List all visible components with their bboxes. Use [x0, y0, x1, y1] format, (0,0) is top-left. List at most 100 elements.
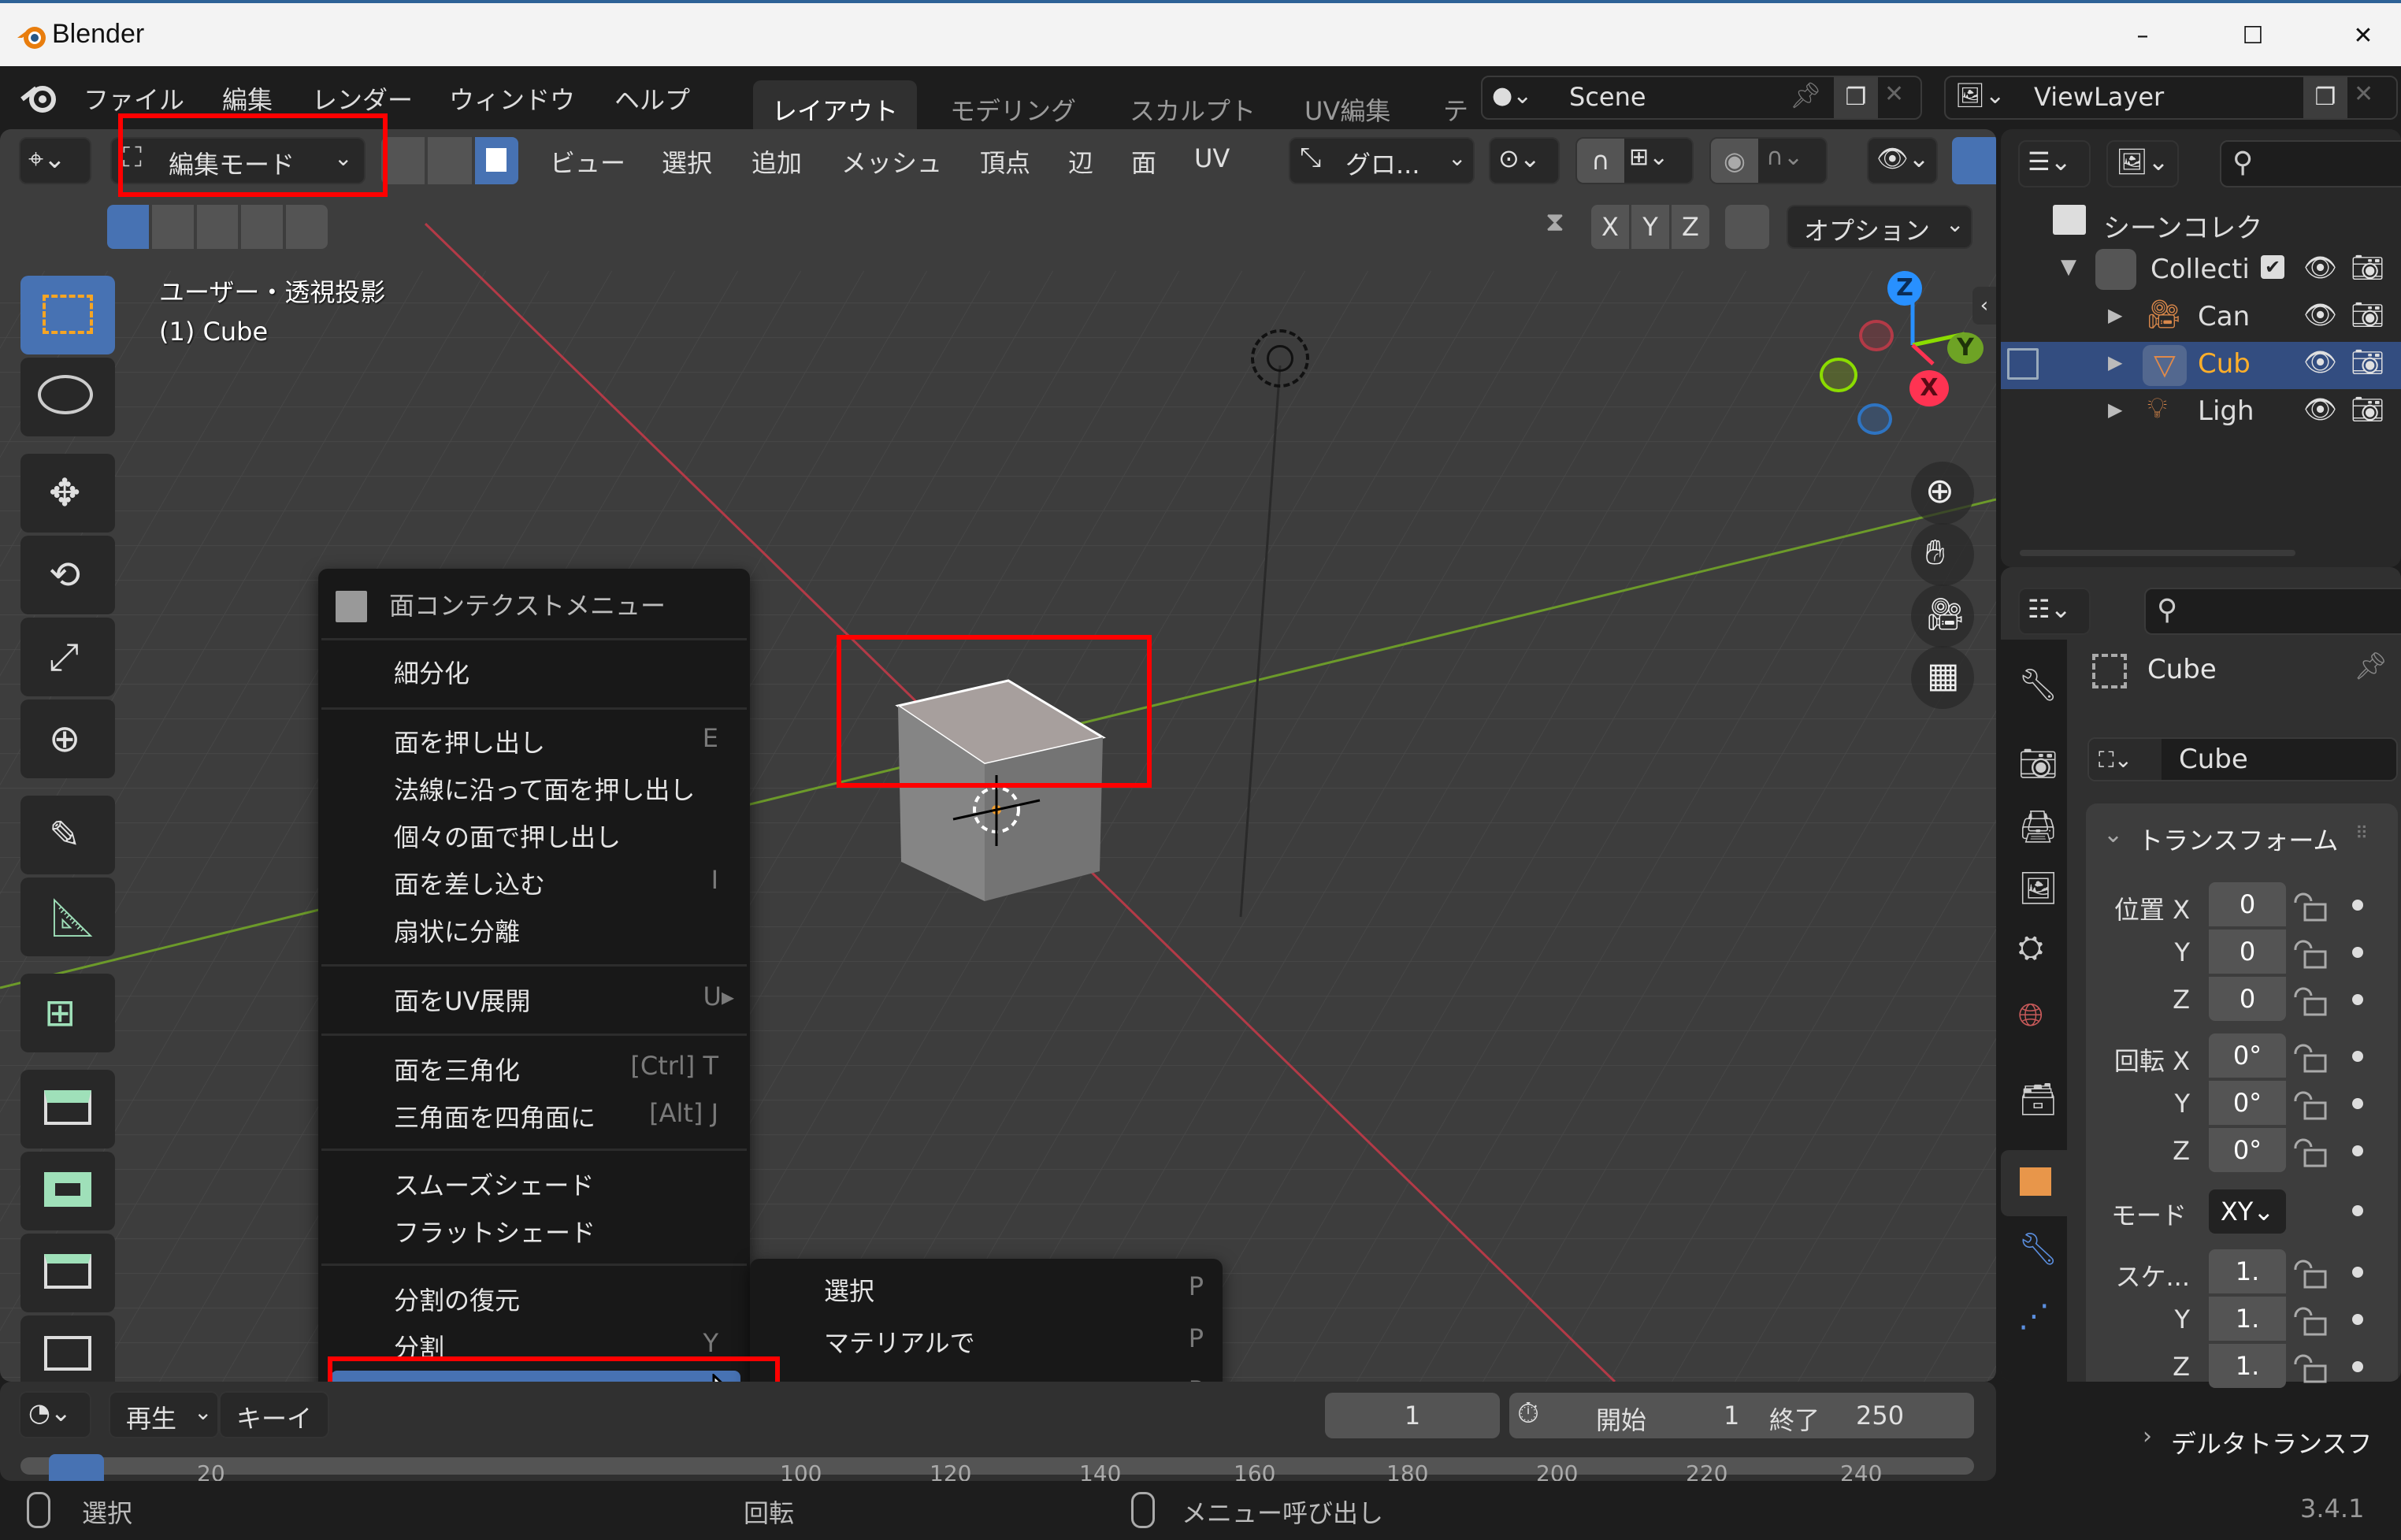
rotation-x-field[interactable]: 0°	[2209, 1033, 2286, 1078]
mirror-x-button[interactable]: X	[1591, 205, 1629, 249]
rotation-z-field[interactable]: 0°	[2209, 1128, 2286, 1172]
scale-x-field[interactable]: 1.	[2209, 1249, 2286, 1293]
menu-mesh[interactable]: メッシュ	[841, 143, 942, 180]
new-view-layer-icon[interactable]: ❐	[2303, 77, 2347, 118]
edge-select-button[interactable]	[428, 137, 472, 184]
timeline-editor-type-button[interactable]: ◔⌄	[19, 1391, 91, 1438]
rotation-mode-dropdown[interactable]: XY⌄	[2209, 1189, 2286, 1234]
eye-icon[interactable]: 👁︎	[2303, 252, 2337, 284]
eye-icon[interactable]: 👁︎	[2303, 394, 2337, 425]
submenu-item-by-material[interactable]: マテリアルで	[824, 1323, 975, 1360]
tool-loop-cut[interactable]	[20, 1315, 115, 1382]
keyframe-dot[interactable]	[2352, 900, 2363, 911]
menu-vertex[interactable]: 頂点	[980, 143, 1030, 180]
render-camera-icon[interactable]: 📷︎	[2351, 394, 2384, 425]
keyframe-dot[interactable]	[2352, 1098, 2363, 1109]
eye-icon[interactable]: 👁︎	[2303, 347, 2337, 378]
lock-icon[interactable]	[2292, 983, 2327, 1018]
options-dropdown[interactable]: オプション ⌄	[1787, 205, 1972, 249]
location-x-field[interactable]: 0	[2209, 882, 2286, 926]
mode-selector[interactable]: ⛶ 編集モード ⌄	[110, 137, 366, 184]
lock-icon[interactable]	[2292, 889, 2327, 923]
pin-icon[interactable]: 📌︎	[1790, 80, 1822, 110]
close-button[interactable]: ✕	[2332, 14, 2395, 58]
keyframe-dot[interactable]	[2352, 1314, 2363, 1325]
object-name-value[interactable]: Cube	[2179, 744, 2248, 775]
3d-viewport[interactable]: ⌖⌄ ⛶ 編集モード ⌄ ビュー 選択 追加 メッシュ 頂点 辺 面 UV ⤡ …	[0, 129, 1996, 1382]
camera-view-button[interactable]: 🎥︎	[1911, 584, 1974, 648]
tab-render[interactable]: 📷︎	[2001, 733, 2067, 799]
playback-dropdown[interactable]: 再生 ⌄	[109, 1391, 219, 1438]
render-camera-icon[interactable]: 📷︎	[2351, 347, 2384, 378]
edit-mode-icon[interactable]	[2007, 348, 2039, 380]
gizmo-y-axis[interactable]: Y	[1947, 332, 1984, 364]
timeline-scrubber[interactable]	[20, 1457, 1974, 1475]
gizmo-x-axis[interactable]: X	[1909, 370, 1949, 406]
menu-item-shade-smooth[interactable]: スムーズシェード	[394, 1166, 594, 1202]
menu-view[interactable]: ビュー	[550, 143, 625, 180]
menu-edge[interactable]: 辺	[1068, 143, 1093, 180]
properties-editor-type-button[interactable]: ☷⌄	[2018, 588, 2091, 635]
new-scene-icon[interactable]: ❐	[1834, 77, 1878, 118]
location-z-field[interactable]: 0	[2209, 977, 2286, 1021]
tool-rotate[interactable]: ⟲	[20, 536, 115, 614]
menu-file[interactable]: ファイル	[83, 80, 184, 117]
lock-icon[interactable]	[2292, 1134, 2327, 1169]
location-y-field[interactable]: 0	[2209, 930, 2286, 974]
menu-uv[interactable]: UV	[1194, 143, 1230, 173]
tab-more[interactable]: テ	[1424, 80, 1487, 129]
keyframe-dot[interactable]	[2352, 1051, 2363, 1062]
object-type-dropdown[interactable]: ⛶⌄	[2089, 739, 2162, 780]
tab-tool[interactable]: 🔧︎	[2001, 654, 2067, 720]
menu-select[interactable]: 選択	[662, 143, 712, 180]
expand-arrow-icon[interactable]: ▶	[2108, 304, 2122, 326]
tab-uv-editing[interactable]: UV編集	[1286, 80, 1409, 129]
drag-handle-icon[interactable]: ⠿	[2355, 824, 2368, 844]
stopwatch-icon[interactable]: ⏱︎	[1517, 1397, 1539, 1431]
exclude-checkbox[interactable]: ✔	[2261, 255, 2284, 279]
keyframe-dot[interactable]	[2352, 947, 2363, 958]
pan-view-button[interactable]: ✋︎	[1911, 523, 1974, 586]
tool-bevel[interactable]	[20, 1234, 115, 1312]
tool-add-cube[interactable]: ⊞	[20, 974, 115, 1052]
lock-icon[interactable]	[2292, 1087, 2327, 1122]
topology-mirror-button[interactable]	[1725, 205, 1769, 249]
lock-icon[interactable]	[2292, 1350, 2327, 1385]
tab-layout[interactable]: レイアウト	[753, 80, 918, 129]
tool-move[interactable]: ✥	[20, 454, 115, 533]
playhead[interactable]	[49, 1454, 104, 1481]
gizmo-z-axis[interactable]: Z	[1887, 271, 1922, 306]
select-extend-button[interactable]	[151, 205, 194, 249]
scale-z-field[interactable]: 1.	[2209, 1344, 2286, 1388]
cube-object[interactable]	[867, 665, 1166, 933]
select-intersect-button[interactable]	[286, 205, 328, 249]
snap-target-icon[interactable]: ⊞⌄	[1629, 143, 1668, 171]
menu-item-subdivide[interactable]: 細分化	[394, 654, 469, 690]
menu-help[interactable]: ヘルプ	[614, 80, 690, 117]
expand-arrow-icon[interactable]: ▼	[2061, 255, 2076, 279]
menu-item-extrude-individual[interactable]: 個々の面で押し出し	[394, 818, 621, 854]
expand-chevron-icon[interactable]: ›	[2143, 1423, 2152, 1450]
proportional-toggle-icon[interactable]: ◉	[1711, 139, 1758, 183]
keyframe-dot[interactable]	[2352, 1267, 2363, 1278]
menu-item-extrude-along-normals[interactable]: 法線に沿って面を押し出し	[394, 770, 695, 807]
delete-view-layer-icon[interactable]: ✕	[2354, 80, 2373, 108]
light-object[interactable]	[1251, 329, 1309, 388]
outliner-row-light[interactable]: ▶ 💡︎ Ligh 👁︎ 📷︎	[2001, 389, 2401, 436]
tool-annotate[interactable]: ✎	[20, 796, 115, 874]
menu-item-poke-faces[interactable]: 扇状に分離	[394, 912, 520, 948]
menu-item-extrude-faces[interactable]: 面を押し出し	[394, 723, 545, 759]
keying-dropdown[interactable]: キーイ	[219, 1391, 329, 1438]
tab-particles[interactable]: ⋰	[2001, 1286, 2067, 1352]
outliner-display-mode-button[interactable]: ☰⌄	[2018, 140, 2091, 187]
overlay-toggle-button[interactable]	[1952, 137, 1996, 184]
snap-toggle-icon[interactable]: ∩	[1577, 139, 1624, 183]
tool-extrude-region[interactable]	[20, 1070, 115, 1149]
properties-search-input[interactable]: ⚲	[2144, 588, 2401, 635]
falloff-icon[interactable]: ∩⌄	[1766, 143, 1803, 171]
editor-type-button[interactable]: ⌖⌄	[19, 137, 91, 184]
tab-scene[interactable]: ⛭	[2001, 917, 2067, 983]
tab-view-layer[interactable]: 🖼︎	[2001, 857, 2067, 923]
menu-item-inset-faces[interactable]: 面を差し込む	[394, 865, 545, 901]
outliner-row-camera[interactable]: ▶ 🎥︎ Can 👁︎ 📷︎	[2001, 295, 2401, 342]
